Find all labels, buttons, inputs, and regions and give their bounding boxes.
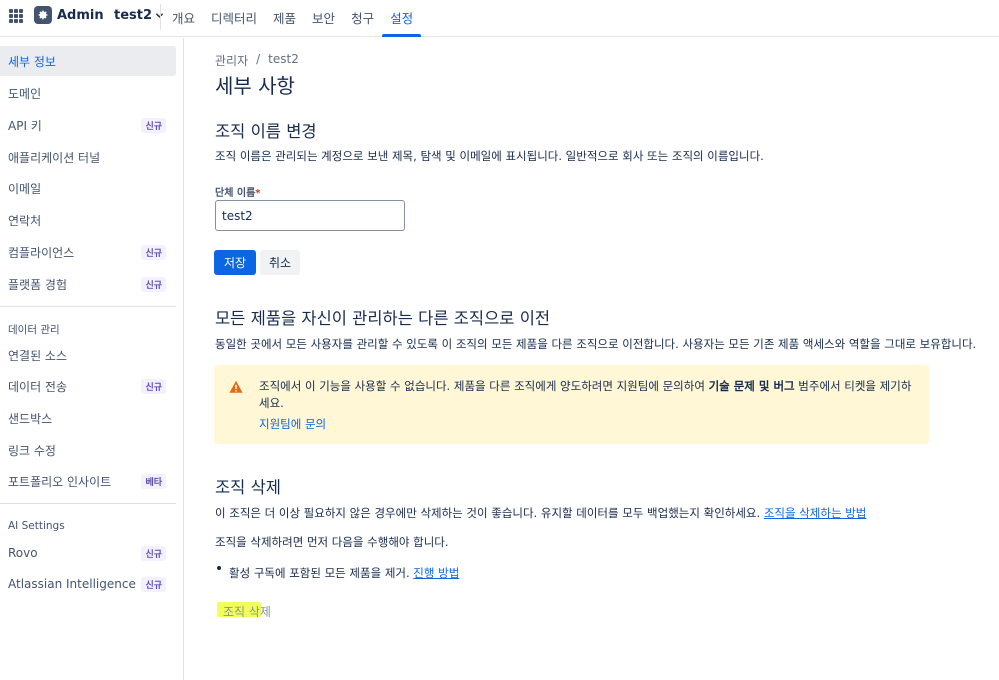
how-to-proceed-link[interactable]: 진행 방법 (413, 566, 459, 580)
sidebar-item-api-keys[interactable]: API 키 신규 (0, 110, 176, 140)
org-name: test2 (114, 8, 153, 23)
delete-prereq-item: 활성 구독에 포함된 모든 제품을 제거. 진행 방법 (229, 565, 459, 581)
cancel-button[interactable]: 취소 (260, 250, 300, 275)
sidebar-item-label: API 키 (8, 118, 42, 133)
required-mark: * (255, 188, 261, 199)
tab-billing[interactable]: 청구 (343, 0, 382, 37)
sidebar-heading-data: 데이터 관리 (8, 324, 60, 336)
sidebar-item-label: 포트폴리오 인사이트 (8, 474, 112, 489)
new-badge: 신규 (141, 117, 166, 133)
prereq-item-text: 활성 구독에 포함된 모든 제품을 제거. (229, 566, 410, 580)
new-badge: 신규 (141, 276, 166, 292)
rename-description: 조직 이름은 관리되는 계정으로 보낸 제목, 탐색 및 이메일에 표시됩니다.… (215, 149, 764, 163)
breadcrumb-admin[interactable]: 관리자 (215, 52, 248, 69)
sidebar-item-label: 연락처 (8, 213, 42, 228)
nav-tabs: 개요 디렉터리 제품 보안 청구 설정 (164, 0, 422, 37)
delete-prereq-text: 조직을 삭제하려면 먼저 다음을 수행해야 합니다. (215, 535, 449, 549)
sidebar-item-label: 연결된 소스 (8, 348, 68, 363)
tab-products[interactable]: 제품 (265, 0, 304, 37)
sidebar: 세부 정보 도메인 API 키 신규 애플리케이션 터널 이메일 연락처 컴플라… (0, 38, 184, 680)
sidebar-item-link-fix[interactable]: 링크 수정 (0, 435, 176, 465)
contact-support-link[interactable]: 지원팀에 문의 (259, 416, 326, 432)
sidebar-heading-ai: AI Settings (8, 520, 65, 532)
transfer-description: 동일한 곳에서 모든 사용자를 관리할 수 있도록 이 조직의 모든 제품을 다… (215, 337, 977, 351)
sidebar-item-label: 플랫폼 경험 (8, 277, 68, 292)
sidebar-item-email[interactable]: 이메일 (0, 173, 176, 203)
sidebar-item-compliance[interactable]: 컴플라이언스 신규 (0, 237, 176, 267)
sidebar-item-atlassian-intelligence[interactable]: Atlassian Intelligence 신규 (0, 569, 176, 599)
new-badge: 신규 (141, 545, 166, 561)
breadcrumb-separator: / (256, 52, 261, 66)
breadcrumb-org[interactable]: test2 (268, 52, 299, 69)
sidebar-item-rovo[interactable]: Rovo 신규 (0, 538, 176, 568)
org-name-label: 단체 이름* (215, 184, 261, 199)
new-badge: 신규 (141, 576, 166, 592)
beta-badge: 베타 (141, 473, 166, 489)
page-title: 세부 사항 (215, 74, 295, 98)
bullet-dot (217, 566, 221, 570)
rename-heading: 조직 이름 변경 (215, 122, 317, 141)
warning-text-bold: 기술 문제 및 버그 (708, 379, 795, 393)
new-badge: 신규 (141, 244, 166, 260)
org-name-input[interactable] (215, 200, 405, 231)
org-switcher[interactable]: test2 (114, 8, 164, 23)
app-name[interactable]: Admin (57, 8, 104, 23)
sidebar-item-label: Rovo (8, 546, 38, 560)
sidebar-item-details[interactable]: 세부 정보 (0, 46, 176, 76)
sidebar-item-label: 샌드박스 (8, 411, 53, 426)
sidebar-item-label: 데이터 전송 (8, 379, 68, 394)
sidebar-item-sandbox[interactable]: 샌드박스 (0, 403, 176, 433)
sidebar-item-label: 세부 정보 (8, 54, 56, 69)
transfer-heading: 모든 제품을 자신이 관리하는 다른 조직으로 이전 (215, 309, 551, 328)
sidebar-item-app-tunnels[interactable]: 애플리케이션 터널 (0, 142, 176, 172)
nav-divider (160, 4, 161, 30)
delete-heading: 조직 삭제 (215, 478, 281, 497)
warning-text-pre: 조직에서 이 기능을 사용할 수 없습니다. 제품을 다른 조직에게 양도하려면… (259, 379, 709, 393)
sidebar-divider (0, 306, 176, 307)
save-button[interactable]: 저장 (214, 250, 256, 275)
field-label-text: 단체 이름 (215, 188, 256, 199)
delete-desc-text: 이 조직은 더 이상 필요하지 않은 경우에만 삭제하는 것이 좋습니다. 유지… (215, 506, 761, 520)
new-badge: 신규 (141, 378, 166, 394)
sidebar-item-data-transfer[interactable]: 데이터 전송 신규 (0, 371, 176, 401)
top-navigation: Admin test2 개요 디렉터리 제품 보안 청구 설정 (0, 0, 999, 37)
sidebar-item-label: 도메인 (8, 86, 42, 101)
sidebar-item-connected-sources[interactable]: 연결된 소스 (0, 340, 176, 370)
sidebar-item-platform-experience[interactable]: 플랫폼 경험 신규 (0, 269, 176, 299)
sidebar-divider (0, 503, 176, 504)
app-switcher-icon[interactable] (9, 9, 23, 23)
warning-icon (229, 380, 243, 393)
main-content: 관리자 / test2 세부 사항 조직 이름 변경 조직 이름은 관리되는 계… (184, 38, 999, 680)
tab-settings[interactable]: 설정 (382, 0, 422, 37)
tab-overview[interactable]: 개요 (164, 0, 203, 37)
admin-gear-icon[interactable] (34, 6, 52, 24)
sidebar-item-label: 애플리케이션 터널 (8, 150, 101, 165)
sidebar-item-portfolio-insights[interactable]: 포트폴리오 인사이트 베타 (0, 466, 176, 496)
sidebar-item-label: 링크 수정 (8, 443, 56, 458)
warning-message: 조직에서 이 기능을 사용할 수 없습니다. 제품을 다른 조직에게 양도하려면… (214, 365, 929, 444)
sidebar-item-label: Atlassian Intelligence (8, 577, 136, 591)
sidebar-item-label: 이메일 (8, 181, 42, 196)
delete-description: 이 조직은 더 이상 필요하지 않은 경우에만 삭제하는 것이 좋습니다. 유지… (215, 505, 866, 521)
breadcrumb: 관리자 / test2 (215, 52, 299, 69)
tab-security[interactable]: 보안 (304, 0, 343, 37)
sidebar-item-contacts[interactable]: 연락처 (0, 205, 176, 235)
sidebar-item-domains[interactable]: 도메인 (0, 78, 176, 108)
sidebar-item-label: 컴플라이언스 (8, 245, 75, 260)
delete-org-button[interactable]: 조직 삭제 (214, 598, 280, 624)
tab-directory[interactable]: 디렉터리 (203, 0, 265, 37)
warning-text: 조직에서 이 기능을 사용할 수 없습니다. 제품을 다른 조직에게 양도하려면… (259, 378, 919, 412)
how-to-delete-link[interactable]: 조직을 삭제하는 방법 (764, 506, 867, 520)
